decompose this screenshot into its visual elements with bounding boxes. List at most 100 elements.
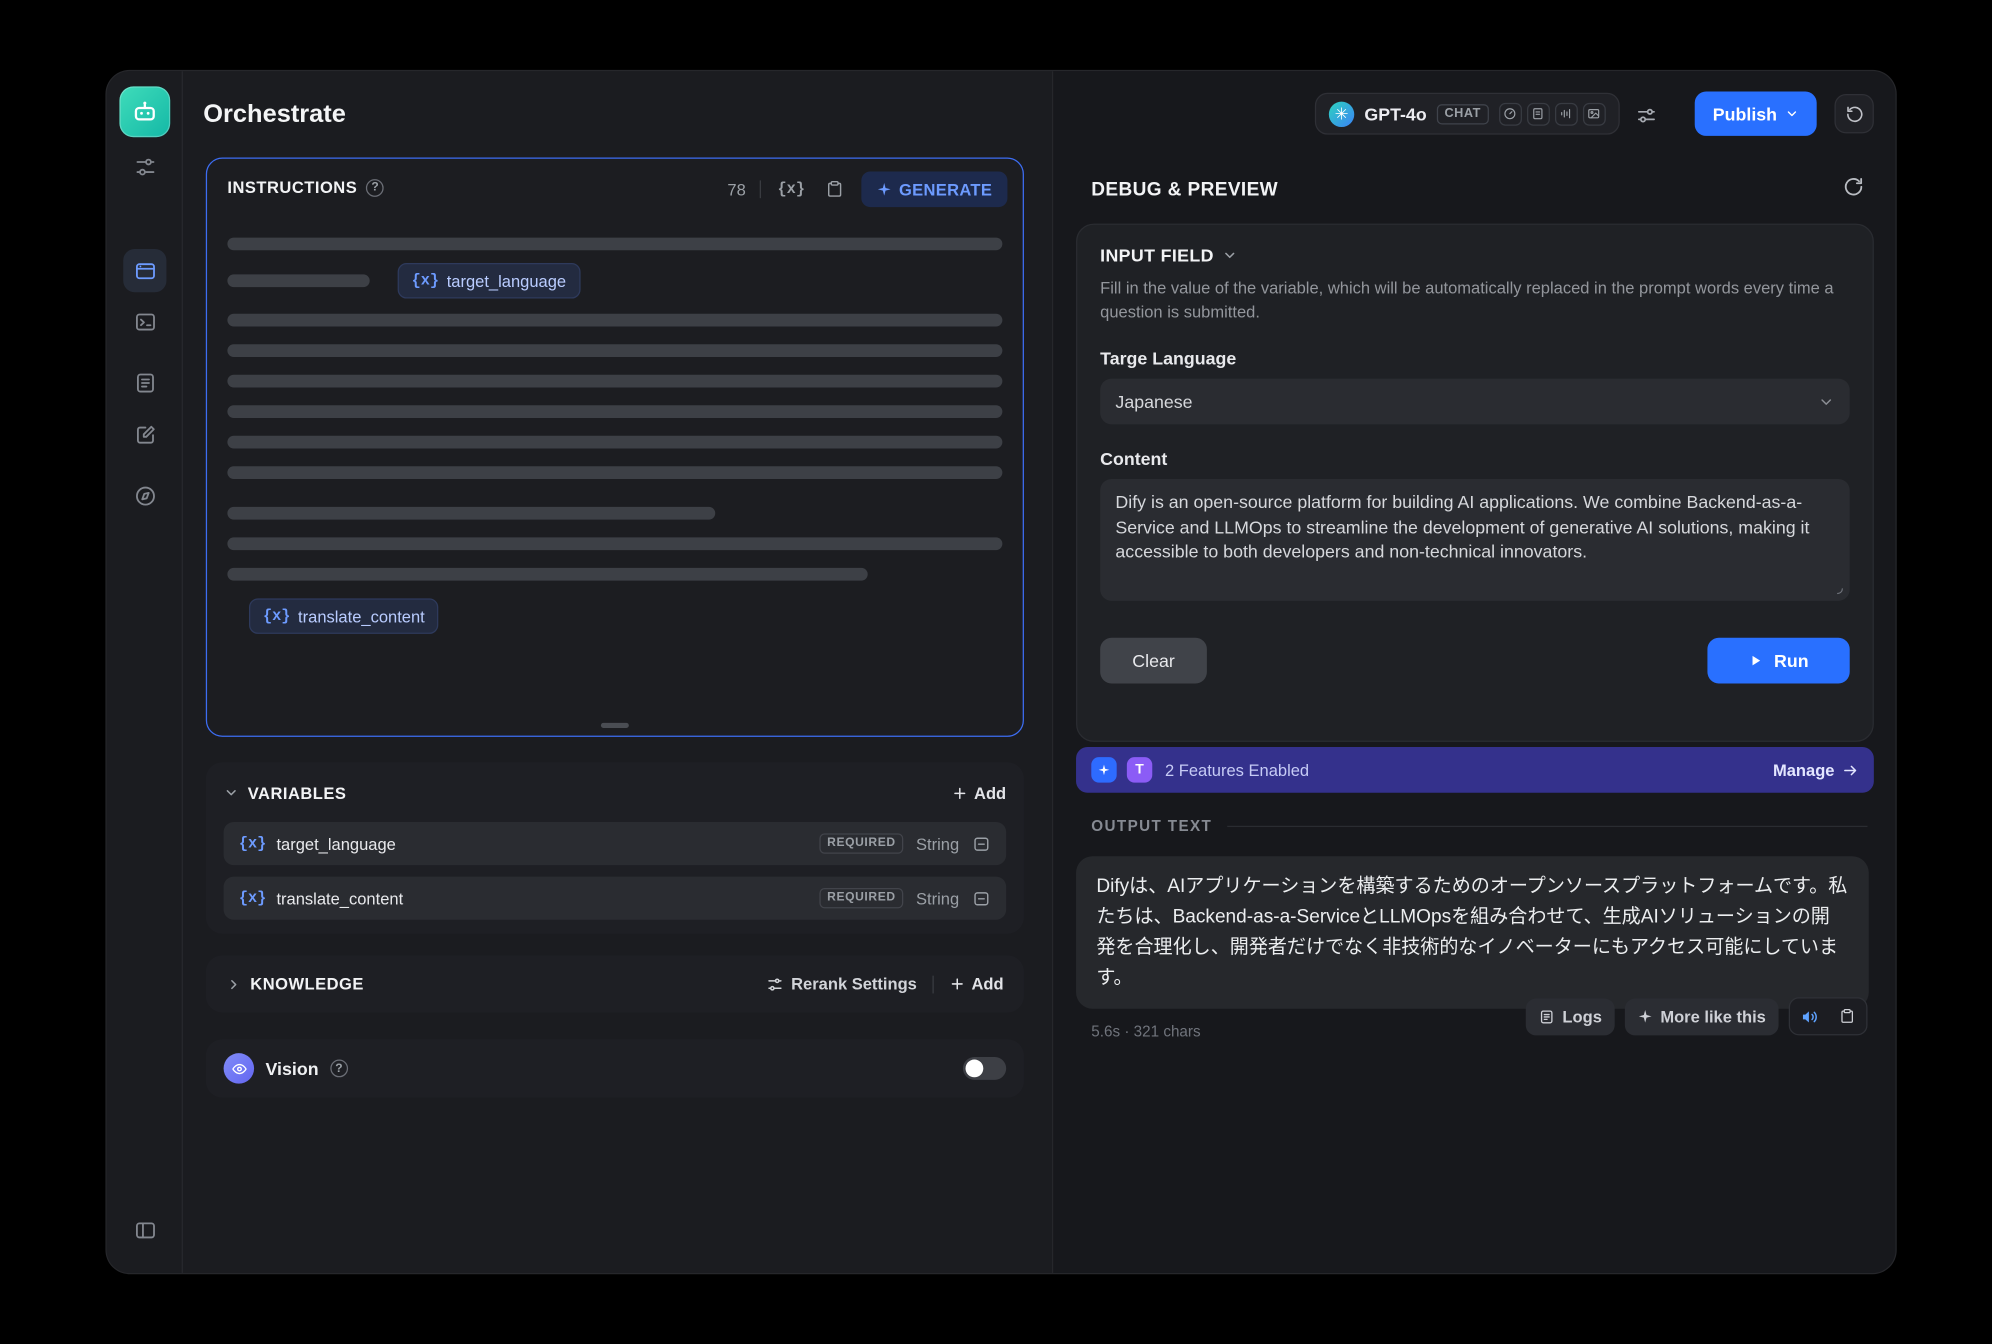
sidebar-item-explore[interactable] [123,474,166,517]
chevron-down-icon[interactable] [1223,248,1238,263]
publish-button[interactable]: Publish [1695,91,1817,135]
vision-section: Vision [206,1039,1024,1097]
help-icon[interactable] [330,1060,348,1078]
chevron-down-icon [1785,107,1799,121]
sidebar-item-settings[interactable] [123,145,166,188]
divider [932,975,933,993]
model-settings-button[interactable] [1632,102,1660,130]
variable-row[interactable]: {x} target_language REQUIRED String [224,822,1007,865]
manage-features-button[interactable]: Manage [1773,760,1859,779]
vision-icon [224,1053,254,1083]
resize-handle[interactable] [601,723,629,728]
output-toolbar: Logs More like this [1526,997,1868,1035]
restart-button[interactable] [1842,175,1865,198]
help-icon[interactable] [366,178,384,196]
chevron-down-icon [1818,393,1835,410]
vision-label: Vision [266,1058,319,1078]
field-type-icon[interactable] [972,834,991,853]
sidebar-item-terminal[interactable] [123,300,166,343]
content-label: Content [1100,448,1850,468]
add-label: Add [974,783,1006,802]
vision-toggle[interactable] [963,1057,1006,1080]
panel-collapse-icon [133,1218,157,1242]
char-count: 78 [727,180,745,199]
add-label: Add [972,974,1004,993]
app-logo[interactable] [119,86,170,137]
run-history-button[interactable] [1834,94,1873,133]
variable-badge-icon: {x} [778,180,805,198]
speak-output-button[interactable] [1790,999,1828,1035]
robot-icon [130,97,160,127]
skeleton-line [227,507,715,520]
rerank-icon [766,975,784,993]
model-selector[interactable]: ✳ GPT-4o CHAT [1315,93,1619,135]
generate-label: GENERATE [899,180,992,199]
skeleton-line [227,375,1002,388]
collapse-sidebar-button[interactable] [123,1208,166,1251]
capability-doc-icon [1527,102,1550,125]
clear-button[interactable]: Clear [1100,638,1207,684]
more-like-this-button[interactable]: More like this [1625,998,1779,1035]
features-bar: T 2 Features Enabled Manage [1076,747,1874,793]
content-input[interactable]: Dify is an open-source platform for buil… [1100,479,1850,601]
screen: Orchestrate ✳ GPT-4o CHAT Publish [0,0,1992,1344]
skeleton-line [227,238,1002,251]
variables-title: VARIABLES [248,783,347,802]
variable-chip-translate-content[interactable]: {x} translate_content [249,598,439,634]
sidebar-item-annotation[interactable] [123,413,166,456]
app-window: Orchestrate ✳ GPT-4o CHAT Publish [107,71,1896,1273]
skeleton-line [227,436,1002,449]
logs-button[interactable]: Logs [1526,998,1615,1035]
required-badge: REQUIRED [820,888,904,908]
generate-button[interactable]: GENERATE [861,172,1008,208]
output-text: Difyは、AIアプリケーションを構築するためのオープンソースプラットフォームで… [1076,856,1869,1008]
sparkle-icon [876,182,891,197]
model-mode-badge: CHAT [1437,104,1489,124]
feature-tts-icon: T [1127,757,1152,782]
variables-section: VARIABLES Add {x} target_language REQUIR… [206,762,1024,934]
divider [1227,825,1867,826]
output-actions [1789,997,1868,1035]
more-like-this-label: More like this [1660,1007,1766,1026]
variable-badge-icon: {x} [263,607,290,625]
run-button[interactable]: Run [1707,638,1849,684]
sidebar-item-orchestrate[interactable] [123,249,166,292]
skeleton-line [227,568,867,581]
resize-corner-icon[interactable] [1831,582,1845,596]
history-icon [1844,104,1864,124]
compass-icon [133,483,157,507]
skeleton-line [227,274,369,287]
left-sidebar [107,71,183,1273]
instructions-editor[interactable]: INSTRUCTIONS 78 {x} GENERATE [206,158,1024,737]
chevron-down-icon[interactable] [224,785,239,800]
capability-gauge-icon [1499,102,1522,125]
debug-preview-panel: DEBUG & PREVIEW INPUT FIELD Fill in the … [1052,71,1896,1273]
sidebar-item-logs[interactable] [123,361,166,404]
variable-chip-target-language[interactable]: {x} target_language [398,263,580,299]
insert-variable-button[interactable]: {x} [775,178,808,201]
terminal-icon [133,309,157,333]
field-type-icon[interactable] [972,889,991,908]
plus-icon [951,784,968,801]
play-icon [1749,653,1764,668]
edit-square-icon [133,422,157,446]
rerank-settings-button[interactable]: Rerank Settings [766,974,917,993]
capability-vision-icon [1582,102,1605,125]
chevron-right-icon[interactable] [226,976,241,991]
variable-name: target_language [276,834,395,853]
variable-type: String [916,889,959,908]
logs-label: Logs [1562,1007,1601,1026]
variable-badge-icon: {x} [239,835,266,853]
required-badge: REQUIRED [820,834,904,854]
add-variable-button[interactable]: Add [951,783,1006,802]
clipboard-icon [1838,1007,1856,1025]
variable-row[interactable]: {x} translate_content REQUIRED String [224,877,1007,920]
variable-badge-icon: {x} [239,889,266,907]
debug-preview-title: DEBUG & PREVIEW [1091,179,1278,201]
copy-prompt-button[interactable] [821,177,846,202]
add-knowledge-button[interactable]: Add [949,974,1004,993]
target-language-select[interactable]: Japanese [1100,379,1850,425]
model-name: GPT-4o [1364,104,1426,124]
toggle-knob [966,1060,984,1078]
copy-output-button[interactable] [1828,999,1866,1035]
